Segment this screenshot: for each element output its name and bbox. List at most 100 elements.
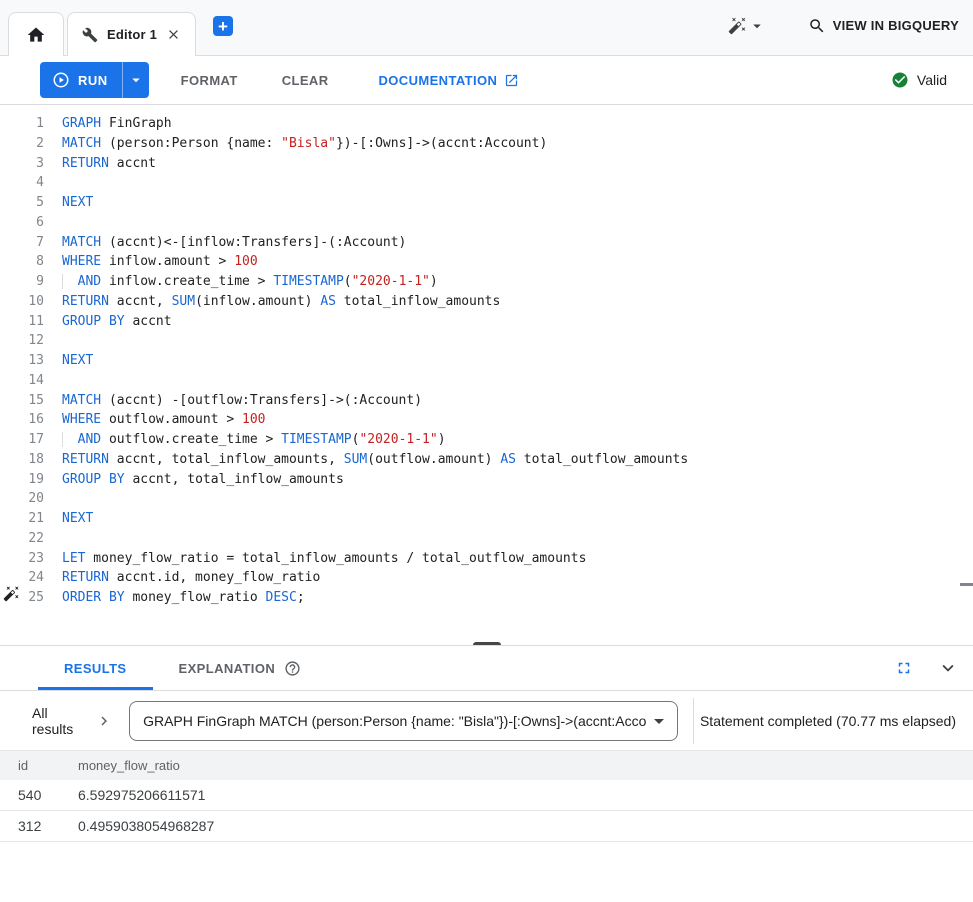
- line-number: 2: [0, 134, 44, 154]
- close-tab-icon[interactable]: [166, 27, 181, 42]
- statement-dropdown[interactable]: GRAPH FinGraph MATCH (person:Person {nam…: [129, 701, 678, 741]
- plus-icon: +: [218, 18, 228, 35]
- editor-tab-label: Editor 1: [107, 27, 157, 42]
- code-line: 23LET money_flow_ratio = total_inflow_am…: [0, 549, 973, 569]
- statement-dropdown-value: GRAPH FinGraph MATCH (person:Person {nam…: [143, 713, 647, 729]
- validation-status: Valid: [891, 71, 957, 89]
- scrollbar-thumb[interactable]: [960, 583, 973, 586]
- code-line: 4: [0, 173, 973, 193]
- column-header: id: [18, 758, 78, 773]
- documentation-label: DOCUMENTATION: [379, 73, 498, 88]
- line-number: 23: [0, 549, 44, 569]
- bigquery-editor-app: Editor 1 + VIEW IN BIGQUERY: [0, 0, 973, 902]
- results-panel-header: RESULTS EXPLANATION: [0, 645, 973, 691]
- code-line: 10RETURN accnt, SUM(inflow.amount) AS to…: [0, 292, 973, 312]
- results-tab-label: RESULTS: [64, 661, 127, 676]
- documentation-button[interactable]: DOCUMENTATION: [367, 62, 532, 98]
- topbar-actions: VIEW IN BIGQUERY: [728, 16, 973, 35]
- add-tab-button[interactable]: +: [213, 16, 233, 36]
- sql-generation-button[interactable]: [728, 16, 766, 35]
- run-options-button[interactable]: [122, 62, 149, 98]
- code-line: 7MATCH (accnt)<-[inflow:Transfers]-(:Acc…: [0, 233, 973, 253]
- home-tab[interactable]: [8, 12, 64, 56]
- code-line: 16WHERE outflow.amount > 100: [0, 410, 973, 430]
- line-number: 5: [0, 193, 44, 213]
- code-line: 1GRAPH FinGraph: [0, 114, 973, 134]
- line-number: 13: [0, 351, 44, 371]
- code-editor[interactable]: 1GRAPH FinGraph2MATCH (person:Person {na…: [0, 105, 973, 645]
- line-number: 10: [0, 292, 44, 312]
- line-number: 16: [0, 410, 44, 430]
- help-icon[interactable]: [284, 660, 301, 677]
- code-line: 14: [0, 371, 973, 391]
- line-number: 14: [0, 371, 44, 391]
- line-number: 18: [0, 450, 44, 470]
- line-number: 21: [0, 509, 44, 529]
- code-line: 21NEXT: [0, 509, 973, 529]
- line-number: 11: [0, 312, 44, 332]
- code-line: 3RETURN accnt: [0, 154, 973, 174]
- clear-button[interactable]: CLEAR: [270, 62, 341, 98]
- run-button[interactable]: RUN: [40, 62, 122, 98]
- quick-edit-spark-icon[interactable]: [3, 585, 20, 602]
- code-line: 15MATCH (accnt) -[outflow:Transfers]->(:…: [0, 391, 973, 411]
- home-icon: [26, 25, 46, 45]
- build-icon: [82, 27, 98, 43]
- table-cell: 540: [18, 787, 78, 803]
- tab-bar: Editor 1 + VIEW IN BIGQUERY: [0, 0, 973, 56]
- clear-label: CLEAR: [282, 73, 329, 88]
- line-number: 8: [0, 252, 44, 272]
- dropdown-arrow-icon: [127, 71, 145, 89]
- statement-status: Statement completed (70.77 ms elapsed): [694, 713, 973, 729]
- collapse-panel-icon[interactable]: [937, 657, 959, 679]
- run-label: RUN: [78, 73, 108, 88]
- code-line: 6: [0, 213, 973, 233]
- code-line: 17 AND outflow.create_time > TIMESTAMP("…: [0, 430, 973, 450]
- line-number: 22: [0, 529, 44, 549]
- chevron-right-icon: [95, 712, 113, 730]
- run-split-button: RUN: [40, 62, 149, 98]
- panel-resize-handle[interactable]: [473, 642, 501, 645]
- bigquery-search-icon: [808, 17, 826, 35]
- all-results-breadcrumb[interactable]: All results: [32, 705, 113, 737]
- line-number: 7: [0, 233, 44, 253]
- line-number: 1: [0, 114, 44, 134]
- code-lines: 1GRAPH FinGraph2MATCH (person:Person {na…: [0, 114, 973, 608]
- line-number: 20: [0, 489, 44, 509]
- tab-results[interactable]: RESULTS: [38, 646, 153, 690]
- view-in-bigquery-button[interactable]: VIEW IN BIGQUERY: [808, 17, 959, 35]
- code-line: 2MATCH (person:Person {name: "Bisla"})-[…: [0, 134, 973, 154]
- line-number: 17: [0, 430, 44, 450]
- line-number: 15: [0, 391, 44, 411]
- code-line: 13NEXT: [0, 351, 973, 371]
- column-header: money_flow_ratio: [78, 758, 973, 773]
- dropdown-caret-icon: [647, 709, 671, 733]
- result-header-row: idmoney_flow_ratio: [0, 750, 973, 780]
- results-actions: [895, 646, 973, 690]
- code-line: 24RETURN accnt.id, money_flow_ratio: [0, 568, 973, 588]
- format-label: FORMAT: [181, 73, 238, 88]
- line-number: 19: [0, 470, 44, 490]
- results-table: idmoney_flow_ratio 5406.5929752066115713…: [0, 750, 973, 842]
- code-line: 5NEXT: [0, 193, 973, 213]
- external-link-icon: [504, 73, 519, 88]
- line-number: 9: [0, 272, 44, 292]
- tab-editor-1[interactable]: Editor 1: [67, 12, 196, 56]
- editor-toolbar: RUN FORMAT CLEAR DOCUMENTATION Valid: [0, 56, 973, 105]
- table-cell: 312: [18, 818, 78, 834]
- valid-label: Valid: [917, 72, 947, 88]
- code-line: 20: [0, 489, 973, 509]
- code-line: 22: [0, 529, 973, 549]
- fullscreen-icon[interactable]: [895, 659, 913, 677]
- line-number: 6: [0, 213, 44, 233]
- view-in-bigquery-label: VIEW IN BIGQUERY: [833, 18, 959, 33]
- tab-explanation[interactable]: EXPLANATION: [153, 646, 328, 690]
- line-number: 12: [0, 331, 44, 351]
- code-line: 18RETURN accnt, total_inflow_amounts, SU…: [0, 450, 973, 470]
- code-line: 11GROUP BY accnt: [0, 312, 973, 332]
- code-line: 19GROUP BY accnt, total_inflow_amounts: [0, 470, 973, 490]
- line-number: 4: [0, 173, 44, 193]
- magic-wand-icon: [728, 16, 747, 35]
- format-button[interactable]: FORMAT: [169, 62, 250, 98]
- code-line: 8WHERE inflow.amount > 100: [0, 252, 973, 272]
